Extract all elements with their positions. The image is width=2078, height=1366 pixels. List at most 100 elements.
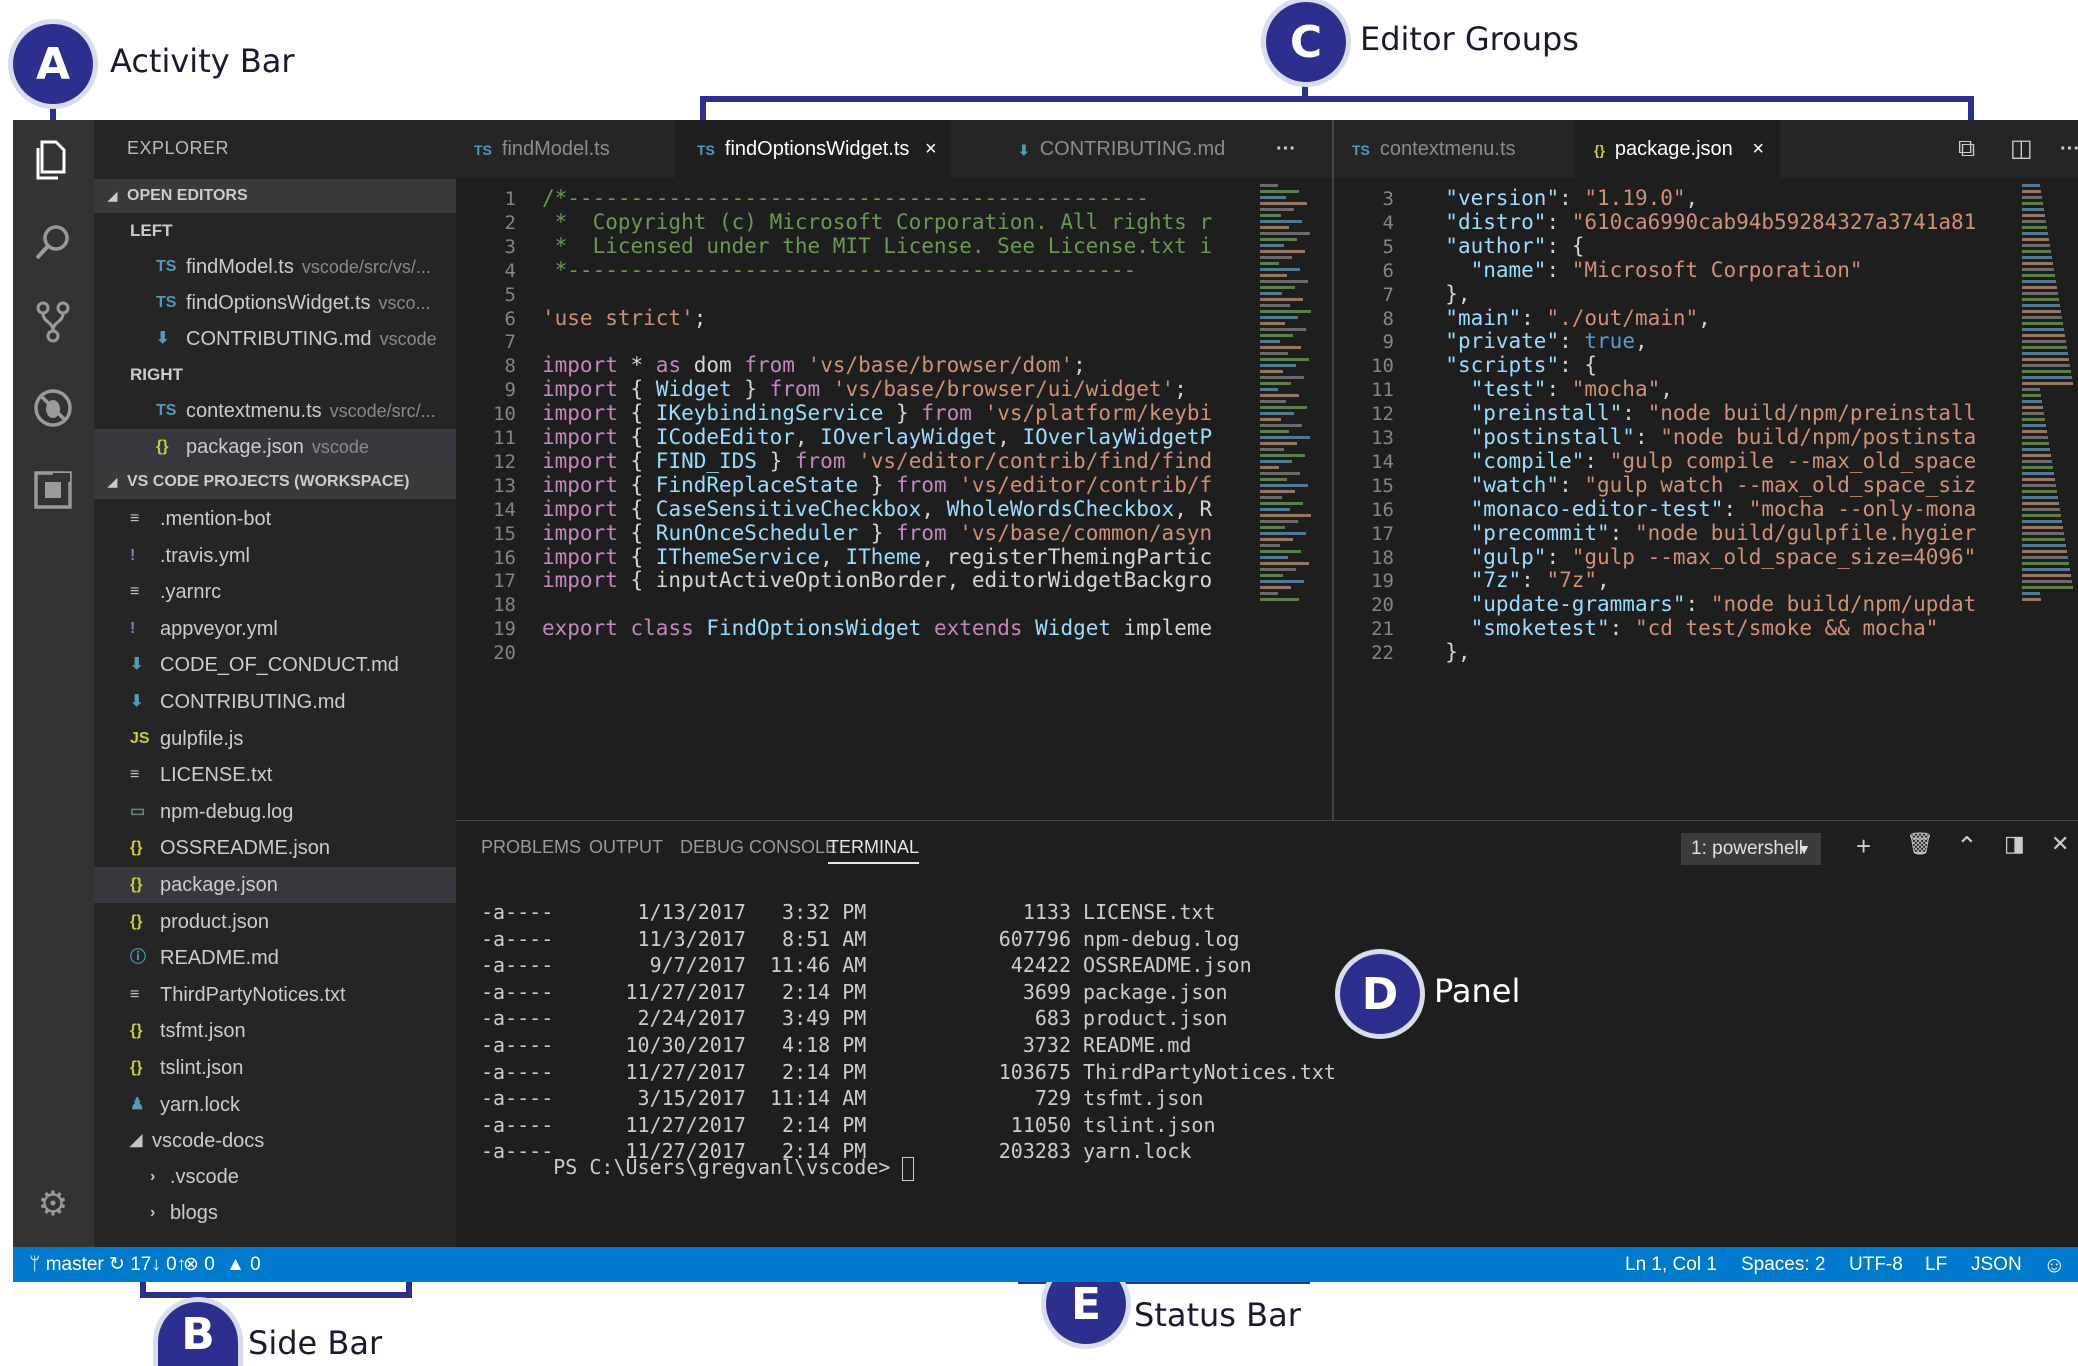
file-item[interactable]: {} package.json — [94, 867, 456, 903]
language-mode[interactable]: JSON — [1971, 1247, 2022, 1282]
minimap-line — [1260, 268, 1300, 271]
file-item[interactable]: ! .travis.yml — [94, 538, 456, 574]
trash-icon[interactable]: 🗑 — [1906, 831, 1934, 857]
file-item[interactable]: ≡ ThirdPartyNotices.txt — [94, 977, 456, 1013]
open-preview-icon[interactable]: ⧉ — [1958, 120, 1975, 178]
file-item[interactable]: ≡ LICENSE.txt — [94, 757, 456, 793]
tab-terminal[interactable]: TERMINAL — [828, 837, 920, 864]
code-line: /*--------------------------------------… — [542, 186, 1149, 210]
open-editor-item[interactable]: TS findModel.ts vscode/src/vs/... — [94, 249, 456, 285]
line-number: 20 — [1371, 594, 1394, 617]
minimap-line — [1260, 454, 1305, 457]
minimap-line — [1260, 460, 1292, 463]
subfolder-item[interactable]: › .vscode — [94, 1159, 456, 1195]
terminal-prompt[interactable]: PS C:\Users\gregvanl\vscode> — [481, 1131, 915, 1205]
minimap-line — [1260, 550, 1301, 553]
file-item[interactable]: {} product.json — [94, 904, 456, 940]
file-type-icon: {} — [130, 839, 143, 857]
file-name: OSSREADME.json — [160, 837, 331, 860]
file-item[interactable]: {} tslint.json — [94, 1050, 456, 1086]
tab-findmodel[interactable]: TS findModel.ts — [474, 120, 626, 178]
file-item[interactable]: ⬇ CODE_OF_CONDUCT.md — [94, 647, 456, 683]
sync-indicator[interactable]: ↻ 17↓ 0↑ — [109, 1247, 186, 1282]
problems-indicator[interactable]: ⊗ 0 ▲ 0 — [183, 1247, 261, 1282]
split-terminal-icon[interactable]: ◨ — [2004, 831, 2025, 857]
file-name: tslint.json — [160, 1057, 244, 1079]
minimap-line — [1260, 190, 1299, 193]
extensions-icon[interactable] — [29, 466, 77, 514]
file-item[interactable]: JS gulpfile.js — [94, 721, 456, 757]
open-editor-item[interactable]: TS findOptionsWidget.ts vsco... — [94, 285, 456, 321]
terminal-select[interactable]: 1: powershell ▼ — [1681, 833, 1821, 865]
file-item[interactable]: {} tsfmt.json — [94, 1013, 456, 1049]
file-item[interactable]: ! appveyor.yml — [94, 611, 456, 647]
tab-debug-console[interactable]: DEBUG CONSOLE — [680, 837, 837, 858]
minimap-line — [2022, 262, 2053, 265]
more-actions-icon[interactable]: ··· — [2060, 120, 2078, 178]
file-item[interactable]: ♟ yarn.lock — [94, 1087, 456, 1123]
chevron-down-icon: ▼ — [1797, 841, 1811, 857]
branch-indicator[interactable]: ᛘ master — [29, 1247, 104, 1282]
minimap-line — [2022, 322, 2063, 325]
terminal-output[interactable]: -a---- 1/13/2017 3:32 PM 1133 LICENSE.tx… — [481, 899, 1336, 1165]
minimap-line — [2022, 598, 2041, 601]
callout-b-label: Side Bar — [248, 1324, 383, 1362]
cursor-position[interactable]: Ln 1, Col 1 — [1625, 1247, 1717, 1282]
tab-problems[interactable]: PROBLEMS — [481, 837, 581, 858]
minimap-line — [2022, 550, 2067, 553]
open-editor-item[interactable]: ⬇ CONTRIBUTING.md vscode — [94, 321, 456, 357]
code-line: "scripts": { — [1445, 353, 1598, 378]
file-item[interactable]: ≡ .mention-bot — [94, 501, 456, 537]
line-number: 3 — [504, 235, 516, 258]
close-icon[interactable]: ✕ — [2051, 831, 2069, 857]
gear-icon[interactable]: ⚙ — [29, 1180, 77, 1228]
minimap-line — [1260, 316, 1298, 319]
line-number: 14 — [493, 498, 516, 521]
end-of-line[interactable]: LF — [1925, 1247, 1947, 1282]
minimap-line — [1260, 598, 1299, 601]
editor-left-code[interactable]: 1 /*-------------------------------------… — [456, 178, 1256, 818]
close-icon[interactable]: × — [1752, 138, 1764, 160]
minimap-line — [2022, 274, 2055, 277]
close-icon[interactable]: × — [925, 138, 937, 160]
maximize-panel-icon[interactable]: ⌃ — [1956, 831, 1978, 862]
new-terminal-icon[interactable]: + — [1856, 831, 1871, 862]
tab-findoptionswidget[interactable]: TS findOptionsWidget.ts × — [675, 120, 951, 178]
search-icon[interactable] — [29, 218, 77, 266]
file-type-icon: ≡ — [130, 985, 140, 1003]
file-name: gulpfile.js — [160, 727, 244, 750]
open-editor-item[interactable]: {} package.json vscode — [94, 429, 456, 465]
indentation[interactable]: Spaces: 2 — [1741, 1247, 1826, 1282]
line-number: 12 — [1371, 403, 1394, 426]
file-item[interactable]: ⬇ CONTRIBUTING.md — [94, 684, 456, 720]
editor-right-code[interactable]: 3 "version": "1.19.0", 4 "distro": "610ca… — [1334, 178, 2014, 818]
open-editor-item[interactable]: TS contextmenu.ts vscode/src/... — [94, 393, 456, 429]
file-item[interactable]: {} OSSREADME.json — [94, 830, 456, 866]
tab-package-json[interactable]: {} package.json × — [1574, 120, 1781, 178]
line-number: 6 — [1382, 259, 1394, 282]
feedback-smiley-icon[interactable]: ☺ — [2043, 1247, 2065, 1282]
workspace-header[interactable]: ◢ VS CODE PROJECTS (WORKSPACE) — [94, 465, 456, 499]
encoding[interactable]: UTF-8 — [1849, 1247, 1903, 1282]
minimap-line — [2022, 424, 2046, 427]
source-control-icon[interactable] — [29, 298, 77, 346]
file-item[interactable]: ▭ npm-debug.log — [94, 794, 456, 830]
file-item[interactable]: ⓘ README.md — [94, 940, 456, 976]
folder-item[interactable]: ◢ vscode-docs — [94, 1123, 456, 1159]
line-number: 18 — [493, 594, 516, 617]
group-label-left: LEFT — [130, 221, 173, 240]
subfolder-item[interactable]: › blogs — [94, 1195, 456, 1231]
file-type-icon: ♟ — [130, 1095, 145, 1113]
files-icon[interactable] — [29, 136, 77, 184]
debug-icon[interactable] — [29, 384, 77, 432]
tab-contextmenu[interactable]: TS contextmenu.ts — [1352, 120, 1516, 178]
editor-group-left-tabs: TS findModel.ts TS findOptionsWidget.ts × … — [456, 120, 1332, 178]
chevron-down-icon: ◢ — [108, 475, 118, 489]
file-name: package.json — [160, 874, 278, 896]
tab-contributing[interactable]: ⬇ CONTRIBUTING.md — [1018, 120, 1225, 178]
split-editor-icon[interactable]: ◫ — [2010, 120, 2033, 178]
file-item[interactable]: ≡ .yarnrc — [94, 574, 456, 610]
tab-output[interactable]: OUTPUT — [589, 837, 663, 858]
more-actions-icon[interactable]: ··· — [1276, 120, 1296, 178]
open-editors-header[interactable]: ◢ OPEN EDITORS — [94, 179, 456, 213]
